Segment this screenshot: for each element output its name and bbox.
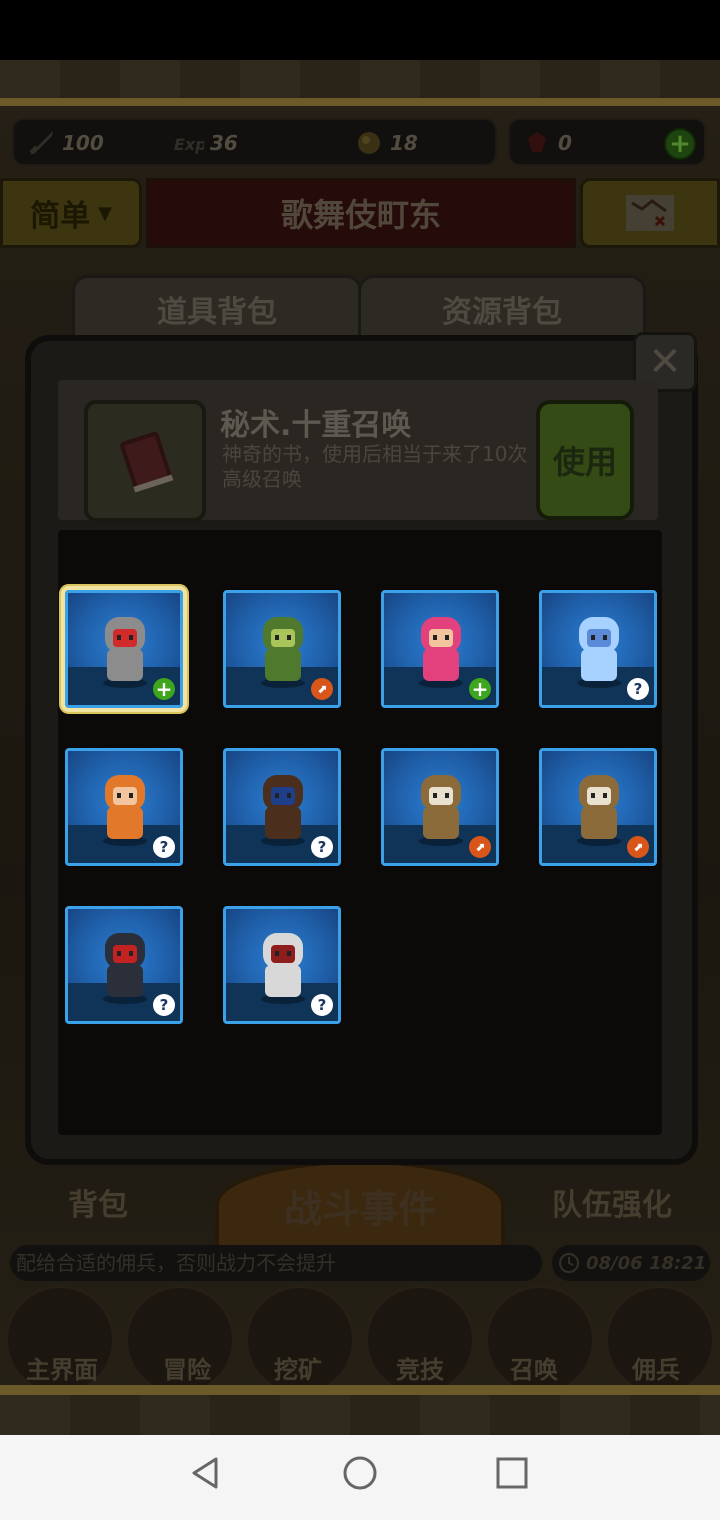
robot-sprite — [103, 617, 147, 688]
brown-hair-boy-sprite — [261, 775, 305, 846]
bearded-monk-sprite — [419, 775, 463, 846]
hooded-reaper-sprite — [103, 933, 147, 1004]
use-button[interactable]: 使用 — [536, 400, 634, 520]
tab-resource-bag[interactable]: 资源背包 — [358, 275, 646, 343]
upgrade-icon: ⬈ — [311, 678, 333, 700]
blue-spirit-sprite — [577, 617, 621, 688]
item-description: 神奇的书，使用后相当于来了10次高级召唤 — [222, 442, 528, 491]
game-screen: 100 Exp 36 18 0 + 简单 ▼ 歌舞伎町东 背包 战斗事件 队伍强… — [0, 60, 720, 1435]
add-icon: + — [469, 678, 491, 700]
help-icon: ? — [311, 994, 333, 1016]
upgrade-icon: ⬈ — [469, 836, 491, 858]
tab-item-bag[interactable]: 道具背包 — [72, 275, 362, 343]
hero-card-pink-hair-girl[interactable]: + — [381, 590, 499, 708]
pink-hair-girl-sprite — [419, 617, 463, 688]
white-hair-swordsman-sprite — [261, 933, 305, 1004]
item-icon — [84, 400, 206, 522]
home-icon[interactable] — [340, 1453, 380, 1493]
add-icon: + — [153, 678, 175, 700]
android-nav-bar — [0, 1435, 720, 1520]
hero-card-brown-hair-boy[interactable]: ? — [223, 748, 341, 866]
hero-card-robot[interactable]: + — [65, 590, 183, 708]
hero-card-bearded-monk[interactable]: ⬈ — [381, 748, 499, 866]
fire-hair-woman-sprite — [103, 775, 147, 846]
hero-card-hooded-reaper[interactable]: ? — [65, 906, 183, 1024]
help-icon: ? — [627, 678, 649, 700]
green-dragon-sprite — [261, 617, 305, 688]
item-name: 秘术.十重召唤 — [220, 408, 412, 443]
hero-card-blue-spirit[interactable]: ? — [539, 590, 657, 708]
hero-card-white-hair-swordsman[interactable]: ? — [223, 906, 341, 1024]
hero-card-bearded-monk-2[interactable]: ⬈ — [539, 748, 657, 866]
hero-card-green-dragon[interactable]: ⬈ — [223, 590, 341, 708]
help-icon: ? — [311, 836, 333, 858]
bearded-monk-2-sprite — [577, 775, 621, 846]
help-icon: ? — [153, 994, 175, 1016]
hero-card-fire-hair-woman[interactable]: ? — [65, 748, 183, 866]
book-icon — [120, 431, 174, 493]
help-icon: ? — [153, 836, 175, 858]
upgrade-icon: ⬈ — [627, 836, 649, 858]
back-icon[interactable] — [186, 1453, 226, 1493]
recent-apps-icon[interactable] — [492, 1453, 532, 1493]
